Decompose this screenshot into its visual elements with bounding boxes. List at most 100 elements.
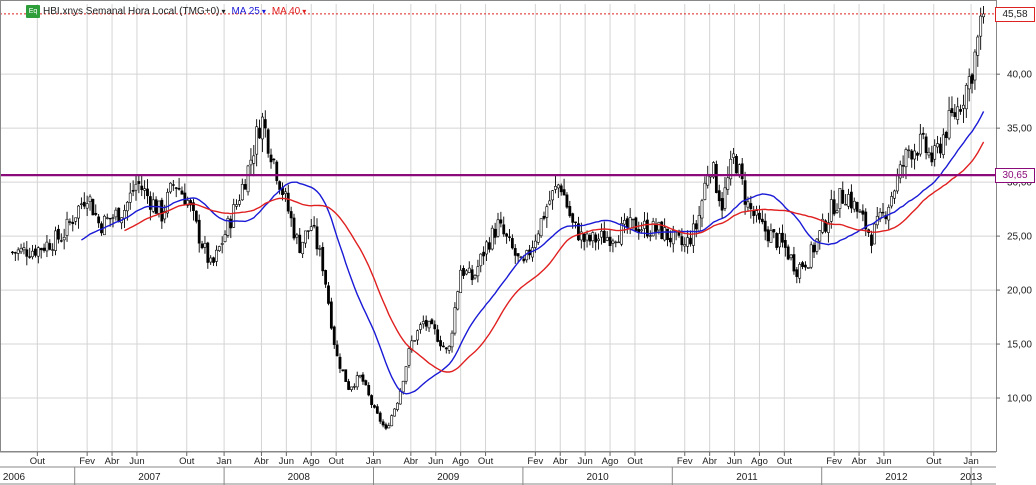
candle-body	[312, 224, 316, 227]
x-tick-label: Abr	[254, 456, 269, 467]
candle-body	[140, 185, 144, 191]
candle-body	[947, 110, 951, 139]
candle-body	[442, 345, 445, 348]
candle-body	[263, 119, 267, 129]
candle-body	[292, 217, 296, 239]
candle-body	[967, 76, 971, 90]
candle-body	[28, 256, 32, 258]
candle-body	[439, 340, 442, 347]
candle-body	[88, 196, 92, 202]
candle-body	[321, 246, 325, 272]
candle-body	[588, 234, 592, 242]
legend-ma40[interactable]: MA 40	[272, 6, 300, 17]
candle-body	[298, 234, 302, 253]
candle-body	[111, 217, 115, 219]
candle-body	[384, 424, 388, 429]
candle-body	[407, 348, 411, 366]
x-year-label: 2008	[288, 472, 311, 483]
candle-body	[801, 262, 804, 267]
candle-body	[608, 236, 612, 247]
candle-body	[533, 240, 537, 248]
candle-body	[881, 211, 885, 214]
candle-body	[568, 206, 572, 217]
candle-body	[77, 205, 80, 219]
last-price-tag: 45,58	[995, 6, 1035, 22]
legend-ma25[interactable]: MA 25	[231, 6, 259, 17]
candle-body	[327, 285, 330, 304]
candle-body	[134, 183, 138, 191]
candle-body	[289, 211, 293, 219]
candle-body	[355, 375, 359, 388]
candle-body	[332, 326, 336, 345]
candle-body	[703, 182, 707, 200]
candle-body	[962, 104, 965, 109]
candle-body	[169, 182, 172, 193]
candle-body	[970, 74, 974, 84]
x-tick-label: Jun	[279, 456, 294, 467]
candle-body	[275, 161, 279, 181]
candle-body	[804, 264, 807, 268]
candle-body	[68, 221, 72, 223]
candle-body	[341, 369, 345, 372]
candle-body	[51, 249, 55, 251]
candle-body	[206, 242, 210, 263]
candle-body	[861, 210, 865, 215]
candle-body	[901, 165, 905, 167]
candle-body	[160, 199, 164, 222]
candle-body	[939, 143, 942, 154]
chevron-down-icon[interactable]: ▾	[302, 7, 306, 16]
candle-body	[763, 220, 767, 232]
candle-body	[470, 269, 474, 281]
candle-body	[456, 291, 460, 310]
candle-body	[737, 164, 741, 176]
candle-body	[25, 249, 29, 257]
candle-body	[648, 235, 652, 237]
candle-body	[358, 375, 362, 378]
candle-body	[781, 232, 784, 243]
chevron-down-icon[interactable]: ▾	[262, 7, 266, 16]
candle-body	[71, 221, 75, 225]
candle-body	[786, 246, 790, 260]
candle-body	[516, 253, 520, 257]
candle-body	[548, 200, 552, 205]
candle-body	[689, 237, 692, 245]
x-tick-label: Fev	[826, 456, 842, 467]
candle-body	[39, 248, 43, 251]
candle-body	[775, 233, 779, 248]
candle-body	[950, 108, 954, 113]
candle-body	[755, 210, 758, 216]
candle-body	[835, 210, 839, 213]
candle-body	[585, 233, 589, 241]
candle-body	[913, 150, 916, 160]
x-tick-label: Out	[777, 456, 793, 467]
candle-body	[36, 247, 40, 257]
candle-body	[818, 230, 822, 242]
candle-body	[513, 248, 517, 256]
candle-body	[401, 380, 405, 393]
chevron-down-icon[interactable]: ▾	[221, 7, 225, 16]
candle-body	[48, 243, 52, 250]
candle-body	[137, 181, 141, 184]
candle-body	[597, 238, 600, 241]
candlestick-series	[11, 5, 985, 431]
x-tick-label: Abr	[403, 456, 418, 467]
candle-body	[57, 228, 60, 240]
candle-body	[973, 51, 977, 81]
candle-body	[269, 154, 273, 163]
x-tick-label: Ago	[751, 456, 768, 467]
candle-body	[766, 229, 770, 242]
equity-icon[interactable]: Eq	[26, 4, 40, 18]
candle-body	[893, 190, 896, 199]
x-tick-label: Out	[627, 456, 643, 467]
x-year-label: 2012	[885, 472, 908, 483]
candle-body	[760, 218, 764, 223]
candle-body	[847, 194, 850, 207]
candle-body	[347, 381, 351, 390]
price-chart[interactable]: 10,0015,0020,0025,0030,0035,0040,00Out Fe…	[0, 0, 1036, 485]
candle-body	[849, 191, 853, 209]
candle-body	[683, 244, 687, 247]
candle-body	[413, 340, 417, 342]
candle-body	[306, 230, 310, 232]
y-tick-label: 20,00	[1007, 286, 1032, 297]
candle-body	[367, 385, 371, 396]
